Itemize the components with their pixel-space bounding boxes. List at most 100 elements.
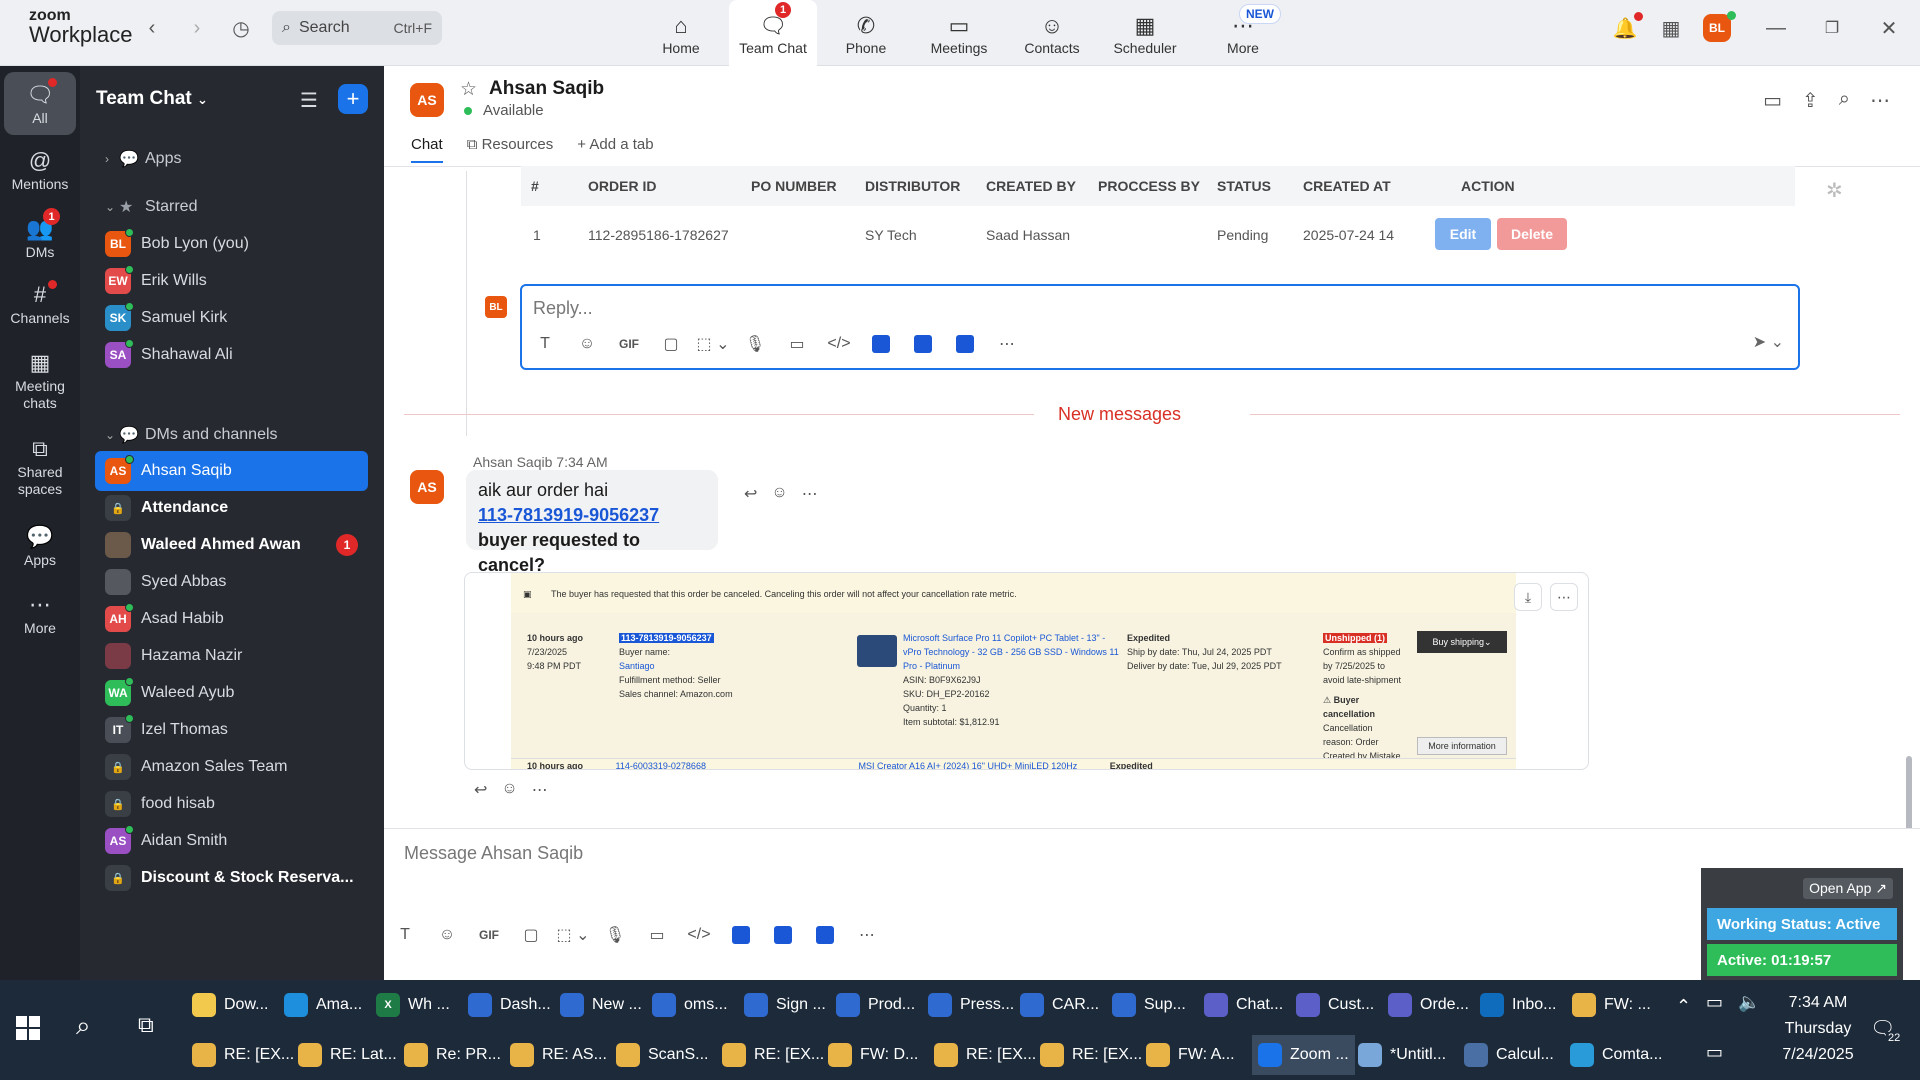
scrollbar[interactable] bbox=[1906, 246, 1912, 896]
starred-item[interactable]: BL Bob Lyon (you) bbox=[95, 224, 368, 264]
search-icon[interactable]: ⌕ bbox=[76, 1010, 91, 1042]
edit-button[interactable]: Edit bbox=[1435, 218, 1491, 250]
taskbar-app[interactable]: FW: D... bbox=[828, 1035, 918, 1075]
taskbar-app[interactable]: CAR... bbox=[1020, 985, 1099, 1025]
dms-item[interactable]: 🔒 Discount & Stock Reserva... bbox=[95, 858, 368, 898]
delete-button[interactable]: Delete bbox=[1497, 218, 1567, 250]
audio-icon[interactable]: 🎙 bbox=[594, 921, 636, 949]
taskbar-app[interactable]: X Wh ... bbox=[376, 985, 450, 1025]
taskbar-app[interactable]: Zoom ... bbox=[1252, 1035, 1355, 1075]
tab-chat[interactable]: Chat bbox=[411, 136, 443, 163]
open-app-button[interactable]: Open App ↗ bbox=[1803, 878, 1893, 899]
chevron-up-icon[interactable]: ⌃ bbox=[1676, 996, 1691, 1017]
taskbar-app[interactable]: Sup... bbox=[1112, 985, 1186, 1025]
screenshot-icon[interactable]: ⬚ ⌄ bbox=[692, 330, 734, 358]
nav-tab-more[interactable]: ⋯ More NEW bbox=[1199, 0, 1287, 66]
more-actions-icon[interactable]: ⋯ bbox=[532, 780, 548, 800]
history-icon[interactable]: ◷ bbox=[227, 14, 255, 42]
code-icon[interactable]: </> bbox=[818, 330, 860, 358]
dms-item[interactable]: IT Izel Thomas bbox=[95, 710, 368, 750]
file-icon[interactable]: ▢ bbox=[510, 921, 552, 949]
dms-item[interactable]: AS Ahsan Saqib bbox=[95, 451, 368, 491]
send-options-icon[interactable]: ➤ ⌄ bbox=[1753, 332, 1784, 352]
taskbar-app[interactable]: RE: [EX... bbox=[722, 1035, 824, 1075]
taskbar-app[interactable]: FW: A... bbox=[1146, 1035, 1235, 1075]
restore-icon[interactable]: ❐ bbox=[1818, 14, 1846, 42]
reply-thread-icon[interactable]: ↩ bbox=[744, 484, 757, 504]
sender-avatar[interactable]: AS bbox=[410, 470, 444, 504]
taskbar-app[interactable]: Sign ... bbox=[744, 985, 826, 1025]
taskbar-app[interactable]: Chat... bbox=[1204, 985, 1283, 1025]
taskbar-app[interactable]: oms... bbox=[652, 985, 728, 1025]
emoji-icon[interactable]: ☺ bbox=[566, 330, 608, 358]
app-icon-3[interactable] bbox=[944, 330, 986, 358]
taskbar-app[interactable]: Comta... bbox=[1570, 1035, 1662, 1075]
star-icon[interactable]: ☆ bbox=[460, 78, 477, 101]
order-link[interactable]: 113-7813919-9056237 bbox=[478, 503, 706, 528]
file-icon[interactable]: ▢ bbox=[650, 330, 692, 358]
back-arrow-icon[interactable]: ‹ bbox=[138, 14, 166, 42]
code-icon[interactable]: </> bbox=[678, 921, 720, 949]
rail-item-meeting-chats[interactable]: ▦ Meeting chats bbox=[0, 348, 80, 412]
app-icon-3[interactable] bbox=[804, 921, 846, 949]
dms-item[interactable]: AH Asad Habib bbox=[95, 599, 368, 639]
starred-item[interactable]: EW Erik Wills bbox=[95, 261, 368, 301]
section-dms-channels[interactable]: ⌄ 💬 DMs and channels bbox=[95, 415, 368, 455]
system-clock[interactable]: 7:34 AM Thursday 7/24/2025 bbox=[1768, 990, 1868, 1068]
volume-icon[interactable]: 🔈 bbox=[1738, 992, 1760, 1013]
nav-tab-team-chat[interactable]: 🗨 Team Chat 1 bbox=[729, 0, 817, 66]
video-message-icon[interactable]: ▭ bbox=[776, 330, 818, 358]
search-bar[interactable]: ⌕ Search Ctrl+F bbox=[272, 11, 442, 45]
app-icon-1[interactable] bbox=[860, 330, 902, 358]
user-avatar[interactable]: BL bbox=[1703, 14, 1731, 42]
windows-start-icon[interactable] bbox=[16, 1016, 40, 1040]
audio-icon[interactable]: 🎙 bbox=[734, 330, 776, 358]
app-icon-2[interactable] bbox=[762, 921, 804, 949]
taskbar-app[interactable]: Orde... bbox=[1388, 985, 1469, 1025]
taskbar-app[interactable]: RE: [EX... bbox=[934, 1035, 1036, 1075]
taskbar-app[interactable]: Dash... bbox=[468, 985, 551, 1025]
emoji-icon[interactable]: ☺ bbox=[426, 921, 468, 949]
more-tools-icon[interactable]: ⋯ bbox=[846, 921, 888, 949]
taskbar-app[interactable]: RE: [EX... bbox=[192, 1035, 294, 1075]
chat-title[interactable]: Ahsan Saqib bbox=[489, 78, 604, 100]
taskbar-app[interactable]: Re: PR... bbox=[404, 1035, 501, 1075]
new-chat-button[interactable]: + bbox=[338, 84, 368, 114]
message-composer[interactable]: Message Ahsan Saqib T ☺ GIF ▢ ⬚ ⌄ 🎙 ▭ </… bbox=[384, 828, 1920, 980]
dms-item[interactable]: Hazama Nazir bbox=[95, 636, 368, 676]
sidebar-title[interactable]: Team Chat ⌄ bbox=[96, 88, 208, 110]
rail-item-shared-spaces[interactable]: ⧉ Shared spaces bbox=[0, 434, 80, 498]
taskbar-app[interactable]: FW: ... bbox=[1572, 985, 1651, 1025]
screenshot-icon[interactable]: ⬚ ⌄ bbox=[552, 921, 594, 949]
nav-tab-home[interactable]: ⌂ Home bbox=[637, 0, 725, 66]
forward-arrow-icon[interactable]: › bbox=[183, 14, 211, 42]
download-icon[interactable]: ⤓ bbox=[1514, 583, 1542, 611]
rail-item-channels[interactable]: # Channels bbox=[0, 280, 80, 327]
rail-item-all[interactable]: 🗨 All bbox=[4, 72, 76, 135]
dms-item[interactable]: WA Waleed Ayub bbox=[95, 673, 368, 713]
rail-item-more[interactable]: ⋯ More bbox=[0, 590, 80, 637]
nav-tab-meetings[interactable]: ▭ Meetings bbox=[915, 0, 1003, 66]
taskbar-app[interactable]: New ... bbox=[560, 985, 642, 1025]
starred-item[interactable]: SK Samuel Kirk bbox=[95, 298, 368, 338]
taskbar-app[interactable]: RE: [EX... bbox=[1040, 1035, 1142, 1075]
more-tools-icon[interactable]: ⋯ bbox=[986, 330, 1028, 358]
dms-item[interactable]: 🔒 Amazon Sales Team bbox=[95, 747, 368, 787]
app-icon-2[interactable] bbox=[902, 330, 944, 358]
minimize-icon[interactable]: — bbox=[1762, 14, 1790, 42]
nav-tab-phone[interactable]: ✆ Phone bbox=[822, 0, 910, 66]
search-icon[interactable]: ⌕ bbox=[1839, 88, 1850, 113]
rail-item-apps[interactable]: 💬 Apps bbox=[0, 522, 80, 569]
task-view-icon[interactable]: ⧉ bbox=[138, 1012, 154, 1038]
gif-icon[interactable]: GIF bbox=[468, 921, 510, 949]
share-screen-icon[interactable]: ⇪ bbox=[1802, 88, 1819, 113]
taskbar-app[interactable]: Calcul... bbox=[1464, 1035, 1554, 1075]
battery-icon[interactable]: ▭ bbox=[1706, 992, 1723, 1013]
dms-item[interactable]: Syed Abbas bbox=[95, 562, 368, 602]
starred-item[interactable]: SA Shahawal Ali bbox=[95, 335, 368, 375]
reply-thread-icon[interactable]: ↩ bbox=[474, 780, 487, 800]
nav-tab-scheduler[interactable]: ▦ Scheduler bbox=[1101, 0, 1189, 66]
attachment-more-icon[interactable]: ⋯ bbox=[1550, 583, 1578, 611]
more-actions-icon[interactable]: ⋯ bbox=[802, 484, 818, 504]
taskbar-app[interactable]: Prod... bbox=[836, 985, 915, 1025]
